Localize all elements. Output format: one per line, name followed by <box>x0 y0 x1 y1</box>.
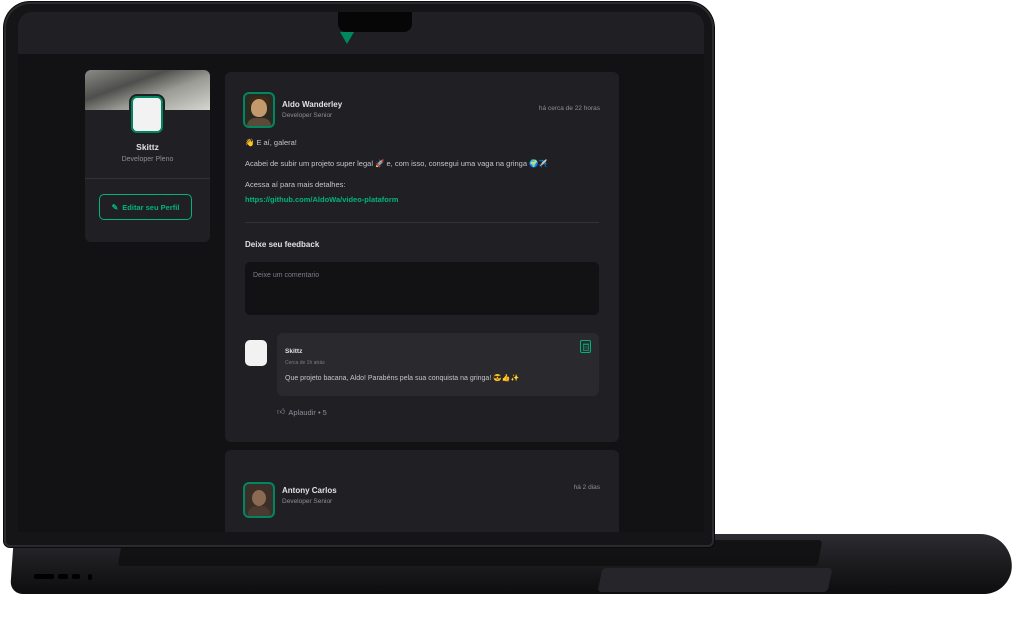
post-author-role: Developer Senior <box>282 498 333 505</box>
comment-input[interactable] <box>245 262 599 315</box>
feedback-title: Deixe seu feedback <box>245 240 320 249</box>
post-author-name: Aldo Wanderley <box>282 100 343 109</box>
post-card: Antony Carlos Developer Senior há 2 dias <box>225 450 619 532</box>
applaud-button[interactable]: 👍︎ Aplaudir • 5 <box>277 407 327 417</box>
laptop-lid: Skittz Developer Pleno ✎ Editar seu Perf… <box>4 2 714 547</box>
logo-icon <box>340 32 354 44</box>
applaud-label: Aplaudir • 5 <box>288 407 327 417</box>
delete-comment-button[interactable] <box>580 340 591 353</box>
edit-profile-button[interactable]: ✎ Editar seu Perfil <box>99 194 192 220</box>
divider <box>85 178 210 179</box>
comment-author: Skittz <box>285 348 303 355</box>
avatar-body <box>248 506 270 516</box>
pencil-icon: ✎ <box>111 202 119 212</box>
laptop-screen: Skittz Developer Pleno ✎ Editar seu Perf… <box>18 12 704 532</box>
post-author-avatar[interactable] <box>243 482 275 518</box>
avatar-face <box>252 490 266 506</box>
profile-role: Developer Pleno <box>121 156 174 163</box>
post-card: Aldo Wanderley Developer Senior há cerca… <box>225 72 619 442</box>
post-paragraph: 👋 E aí, galera! <box>245 138 297 147</box>
post-author-avatar[interactable] <box>243 92 275 128</box>
comment-text: Que projeto bacana, Aldo! Parabéns pela … <box>285 375 520 382</box>
post-author-name: Antony Carlos <box>282 486 337 495</box>
edit-profile-label: Editar seu Perfil <box>122 202 180 212</box>
avatar-body <box>247 118 271 126</box>
port <box>72 574 80 579</box>
post-paragraph-text: Acessa aí para mais detalhes: <box>245 179 346 189</box>
comment-time: Cerca de 1h atrás <box>285 360 325 366</box>
port <box>58 574 68 579</box>
post-time: há cerca de 22 horas <box>538 105 600 112</box>
avatar-face <box>251 99 267 117</box>
comment-avatar[interactable] <box>245 340 267 366</box>
comment-box: Skittz Cerca de 1h atrás Que projeto bac… <box>277 333 599 396</box>
post-link[interactable]: https://github.com/AldoWa/video-platafor… <box>245 195 605 206</box>
divider <box>245 222 599 223</box>
trash-icon <box>582 343 589 351</box>
thumbs-up-icon: 👍︎ <box>277 407 286 416</box>
profile-name: Skittz <box>136 142 159 152</box>
post-time: há 2 dias <box>573 484 600 491</box>
port <box>88 574 92 580</box>
post-content: 👋 E aí, galera! Acabei de subir um proje… <box>245 138 605 216</box>
trackpad <box>597 568 833 592</box>
post-author-role: Developer Senior <box>282 112 333 119</box>
camera-notch <box>338 12 412 32</box>
profile-card: Skittz Developer Pleno ✎ Editar seu Perf… <box>85 70 210 242</box>
post-paragraph: Acessa aí para mais detalhes: https://gi… <box>245 180 605 206</box>
port <box>34 574 54 579</box>
profile-avatar[interactable] <box>131 96 163 133</box>
post-paragraph: Acabei de subir um projeto super legal 🚀… <box>245 158 548 168</box>
